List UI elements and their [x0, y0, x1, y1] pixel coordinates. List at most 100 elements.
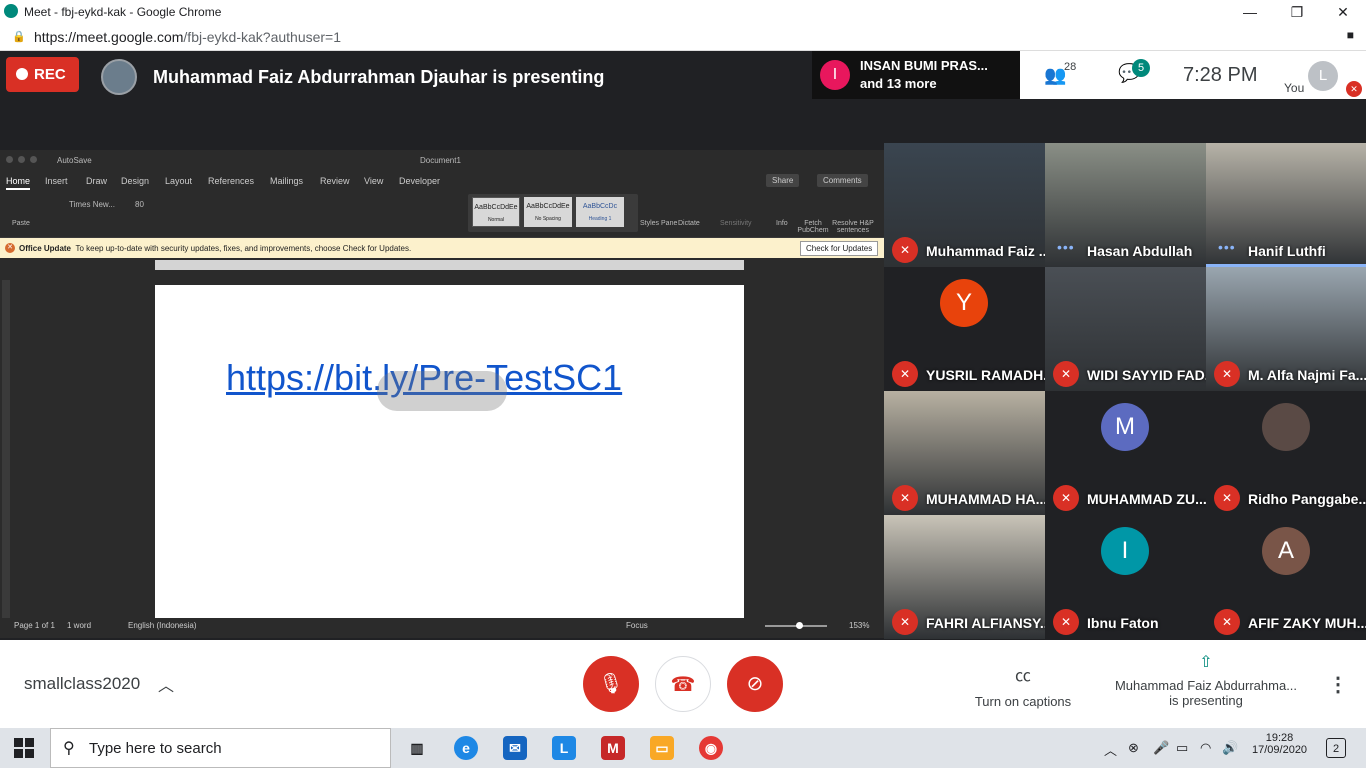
minimize-button[interactable]: — — [1240, 2, 1260, 22]
participant-name: Hasan Abdullah — [1087, 243, 1193, 259]
participant-tile[interactable]: Y ✕ YUSRIL RAMADH... — [884, 267, 1045, 391]
taskbar-clock[interactable]: 19:28 17/09/2020 — [1252, 732, 1307, 756]
resolve-label: Resolve H&P sentences — [832, 220, 874, 234]
l-app-icon[interactable]: L — [552, 736, 576, 760]
security-tray-icon[interactable]: ⊗ — [1128, 740, 1139, 756]
language: English (Indonesia) — [128, 621, 197, 630]
font-size: 80 — [135, 200, 144, 209]
dictate-label: Dictate — [678, 220, 700, 227]
taskbar-search[interactable]: ⚲ Type here to search — [50, 728, 391, 768]
audio-level-icon: ••• — [1218, 239, 1236, 255]
fetch-pubchem-label: Fetch PubChem — [797, 220, 829, 234]
mic-off-icon: ✕ — [892, 485, 918, 511]
participant-tile[interactable]: A ✕ AFIF ZAKY MUH... — [1206, 515, 1366, 639]
chevron-up-icon[interactable]: ︿ — [158, 672, 174, 696]
participant-name: Ibnu Faton — [1087, 615, 1159, 631]
word-status-bar: Page 1 of 1 1 word English (Indonesia) F… — [0, 618, 884, 634]
document-page: https://bit.ly/Pre-TestSC1 — [155, 285, 744, 618]
file-explorer-icon[interactable]: ▭ — [650, 736, 674, 760]
mic-off-icon: ✕ — [1053, 609, 1079, 635]
style-normal: AaBbCcDdEe Normal — [472, 197, 520, 227]
people-count: 28 — [1064, 61, 1077, 73]
maximize-button[interactable]: ❐ — [1287, 2, 1307, 22]
windows-start-icon[interactable] — [14, 738, 34, 758]
mic-tray-icon[interactable]: 🎤 — [1153, 740, 1169, 756]
presenter-text: Muhammad Faiz Abdurrahman Djauhar is pre… — [153, 67, 605, 87]
self-avatar[interactable]: L — [1308, 61, 1338, 91]
meeting-name[interactable]: smallclass2020 — [24, 674, 140, 694]
browser-title-bar: Meet - fbj-eykd-kak - Google Chrome — ❐ … — [0, 0, 1366, 24]
battery-icon[interactable]: ▭ — [1176, 740, 1188, 756]
tab-review: Review — [320, 176, 350, 186]
mic-off-icon: 🎙 — [598, 673, 624, 695]
style-heading1: AaBbCcDc Heading 1 — [576, 197, 624, 227]
captions-icon: ㏄ — [1014, 668, 1031, 685]
zoom-level: 153% — [849, 621, 870, 630]
tray-chevron-icon[interactable]: ︿ — [1104, 740, 1117, 759]
self-mic-off-icon: ✕ — [1346, 81, 1362, 97]
url-text[interactable]: https://meet.google.com/fbj-eykd-kak?aut… — [34, 29, 341, 45]
focus-label: Focus — [626, 621, 648, 630]
participant-tile[interactable]: ✕ FAHRI ALFIANSY... — [884, 515, 1045, 639]
mic-off-icon: ✕ — [892, 361, 918, 387]
participant-name: MUHAMMAD HA... — [926, 491, 1045, 507]
wifi-icon[interactable]: ◠ — [1200, 740, 1211, 756]
audio-level-icon: ••• — [1057, 239, 1075, 255]
participant-tile[interactable]: ✕ M. Alfa Najmi Fa... — [1206, 267, 1366, 391]
participant-avatar: M — [1101, 403, 1149, 451]
participant-tile[interactable]: ✕ Ridho Panggabe... — [1206, 391, 1366, 515]
notification-center-icon[interactable]: 2 — [1326, 738, 1346, 758]
volume-icon[interactable]: 🔊 — [1222, 740, 1238, 756]
lock-icon: 🔒 — [12, 31, 26, 43]
participant-tile[interactable]: ••• Hasan Abdullah — [1045, 143, 1206, 267]
camera-blocked-icon[interactable]: ■ — [1347, 28, 1354, 42]
ribbon-tabs: Home Insert Draw Design Layout Reference… — [0, 170, 884, 190]
participant-name: M. Alfa Najmi Fa... — [1248, 367, 1366, 383]
participant-avatar — [1262, 403, 1310, 451]
participant-tile[interactable]: M ✕ MUHAMMAD ZU... — [1045, 391, 1206, 515]
participant-name: MUHAMMAD ZU... — [1087, 491, 1206, 507]
presentation-button[interactable]: ⇧ Muhammad Faiz Abdurrahma... is presentin… — [1110, 652, 1302, 708]
tab-mailings: Mailings — [270, 176, 304, 186]
edge-icon[interactable]: e — [454, 736, 478, 760]
ribbon: Paste Times New... 80 AaBbCcDdEe Normal A… — [0, 190, 884, 238]
tab-view: View — [364, 176, 384, 186]
chrome-icon[interactable]: ◉ — [699, 736, 723, 760]
recording-badge[interactable]: REC — [6, 57, 79, 92]
participant-name: Hanif Luthfi — [1248, 243, 1326, 259]
page-count: Page 1 of 1 — [14, 621, 55, 630]
mic-off-icon: ✕ — [1214, 485, 1240, 511]
captions-button[interactable]: ㏄ Turn on captions — [970, 662, 1076, 709]
participant-tile[interactable]: ✕ MUHAMMAD HA... — [884, 391, 1045, 515]
participant-avatar: A — [1262, 527, 1310, 575]
participant-tile[interactable]: ✕ WIDI SAYYID FAD... — [1045, 267, 1206, 391]
vertical-ruler — [2, 280, 10, 620]
mcafee-icon[interactable]: M — [601, 736, 625, 760]
camera-off-icon: ⊘ — [746, 673, 764, 695]
address-bar[interactable]: 🔒 https://meet.google.com/fbj-eykd-kak?a… — [0, 24, 1366, 51]
participant-tile[interactable]: ••• Hanif Luthfi — [1206, 143, 1366, 267]
chat-count-badge: 5 — [1132, 59, 1150, 77]
participant-name: Muhammad Faiz ... — [926, 243, 1045, 259]
share-button: Share — [766, 174, 800, 187]
mic-off-icon: ✕ — [892, 237, 918, 263]
leave-call-button[interactable]: ☎ — [655, 656, 711, 712]
mic-toggle-button[interactable]: 🎙 — [583, 656, 639, 712]
check-updates-button: Check for Updates — [800, 241, 879, 256]
task-view-icon[interactable]: ▥ — [405, 736, 429, 760]
mail-icon[interactable]: ✉ — [503, 736, 527, 760]
participant-tile[interactable]: I ✕ Ibnu Faton — [1045, 515, 1206, 639]
notification-line1: INSAN BUMI PRAS... — [860, 58, 988, 73]
notification-avatar: I — [820, 60, 850, 90]
tab-design: Design — [121, 176, 150, 186]
horizontal-ruler — [155, 260, 744, 270]
join-notification: I INSAN BUMI PRAS... and 13 more — [812, 51, 1020, 99]
mic-off-icon: ✕ — [1214, 609, 1240, 635]
close-button[interactable]: ✕ — [1333, 2, 1353, 22]
more-options-icon[interactable]: ⋮ — [1328, 672, 1348, 697]
participant-name: WIDI SAYYID FAD... — [1087, 367, 1206, 383]
participant-tile[interactable]: ✕ Muhammad Faiz ... — [884, 143, 1045, 267]
hover-controls-overlay — [377, 371, 507, 411]
word-title-bar: AutoSave Document1 — [0, 150, 884, 170]
camera-toggle-button[interactable]: ⊘ — [727, 656, 783, 712]
